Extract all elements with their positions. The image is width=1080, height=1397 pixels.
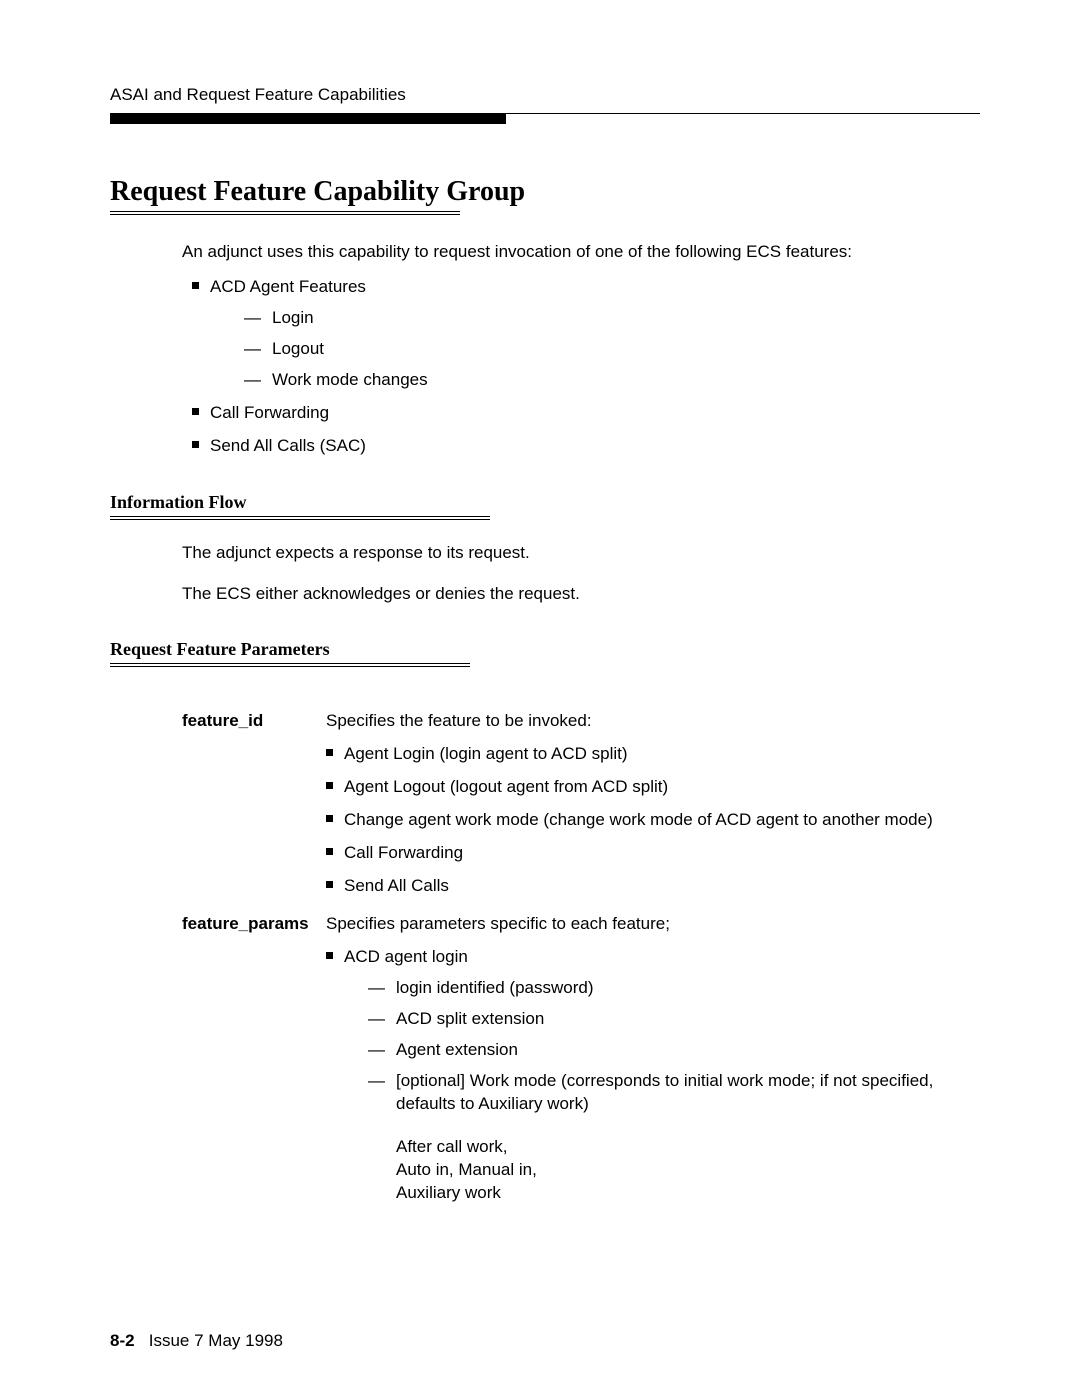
running-head: ASAI and Request Feature Capabilities xyxy=(110,85,980,105)
param-body: Specifies the feature to be invoked: Age… xyxy=(326,711,980,908)
list-item: Login xyxy=(244,307,970,330)
section-underline xyxy=(110,516,490,520)
work-mode-line: Auxiliary work xyxy=(396,1182,980,1205)
list-item: Agent Login (login agent to ACD split) xyxy=(320,743,980,766)
list-item: Call Forwarding xyxy=(320,842,980,865)
work-mode-line: Auto in, Manual in, xyxy=(396,1159,980,1182)
work-modes-block: After call work, Auto in, Manual in, Aux… xyxy=(396,1136,980,1205)
list-item: ACD Agent Features Login Logout Work mod… xyxy=(182,276,970,392)
info-flow-p1: The adjunct expects a response to its re… xyxy=(182,542,970,565)
list-item-label: ACD agent login xyxy=(344,947,468,966)
list-item: Change agent work mode (change work mode… xyxy=(320,809,980,832)
work-mode-line: After call work, xyxy=(396,1136,980,1159)
list-item: Logout xyxy=(244,338,970,361)
section-underline xyxy=(110,663,470,667)
section-heading-parameters: Request Feature Parameters xyxy=(110,639,980,660)
page-number: 8-2 xyxy=(110,1331,135,1350)
list-item: Send All Calls (SAC) xyxy=(182,435,970,458)
list-item: Agent extension xyxy=(368,1039,980,1062)
param-row-feature-id: feature_id Specifies the feature to be i… xyxy=(182,711,980,908)
list-item: ACD split extension xyxy=(368,1008,980,1031)
feature-list: ACD Agent Features Login Logout Work mod… xyxy=(182,276,970,458)
page-footer: 8-2 Issue 7 May 1998 xyxy=(110,1331,283,1351)
intro-paragraph: An adjunct uses this capability to reque… xyxy=(182,241,970,264)
param-desc: Specifies the feature to be invoked: xyxy=(326,711,592,730)
param-row-feature-params: feature_params Specifies parameters spec… xyxy=(182,914,980,1214)
param-label: feature_params xyxy=(182,914,326,934)
header-bar xyxy=(110,114,506,124)
param-desc: Specifies parameters specific to each fe… xyxy=(326,914,670,933)
param-label: feature_id xyxy=(182,711,326,731)
param-body: Specifies parameters specific to each fe… xyxy=(326,914,980,1214)
list-item: Work mode changes xyxy=(244,369,970,392)
section-heading-information-flow: Information Flow xyxy=(110,492,980,513)
list-item-label: ACD Agent Features xyxy=(210,277,366,296)
issue-text: Issue 7 May 1998 xyxy=(149,1331,283,1350)
document-page: ASAI and Request Feature Capabilities Re… xyxy=(0,0,1080,1397)
list-item: Agent Logout (logout agent from ACD spli… xyxy=(320,776,980,799)
info-flow-p2: The ECS either acknowledges or denies th… xyxy=(182,583,970,606)
list-item: Send All Calls xyxy=(320,875,980,898)
list-item: [optional] Work mode (corresponds to ini… xyxy=(368,1070,980,1116)
list-item: Call Forwarding xyxy=(182,402,970,425)
list-item: ACD agent login login identified (passwo… xyxy=(320,946,980,1204)
title-underline xyxy=(110,211,460,215)
parameters-table: feature_id Specifies the feature to be i… xyxy=(182,711,980,1214)
page-title: Request Feature Capability Group xyxy=(110,176,980,208)
list-item: login identified (password) xyxy=(368,977,980,1000)
